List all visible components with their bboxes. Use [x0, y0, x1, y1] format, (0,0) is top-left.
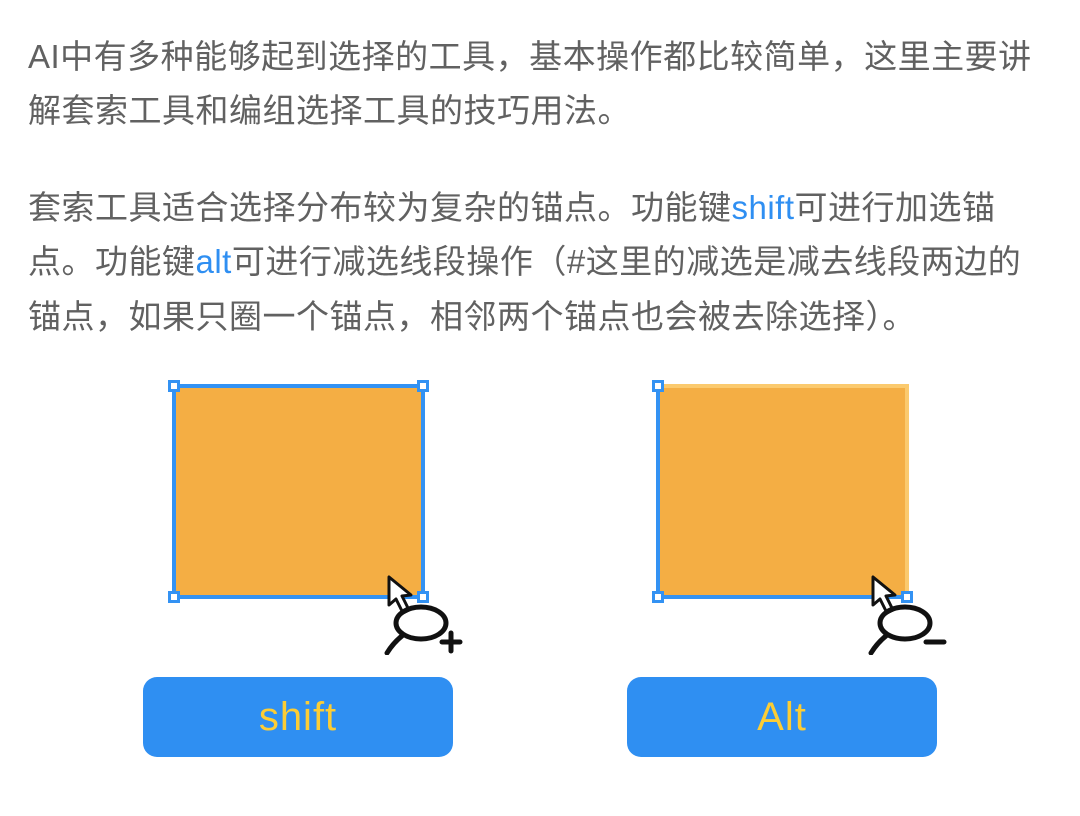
- text-segment: 套索工具适合选择分布较为复杂的锚点。功能键: [28, 189, 732, 226]
- paragraph-intro: AI中有多种能够起到选择的工具，基本操作都比较简单，这里主要讲解套索工具和编组选…: [28, 30, 1052, 139]
- figure-shift: shift: [143, 384, 453, 757]
- selection-handle: [652, 591, 664, 603]
- figure-alt: Alt: [627, 384, 937, 757]
- key-label: shift: [259, 695, 337, 740]
- selected-rectangle-full: [172, 384, 425, 599]
- lasso-cursor-add-icon: [381, 575, 471, 655]
- key-label: Alt: [757, 695, 807, 740]
- selection-handle: [652, 380, 664, 392]
- paragraph-lasso: 套索工具适合选择分布较为复杂的锚点。功能键shift可进行加选锚点。功能键alt…: [28, 181, 1052, 344]
- figure-row: shift: [28, 384, 1052, 757]
- lasso-cursor-subtract-icon: [865, 575, 955, 655]
- keyword-alt: alt: [196, 243, 232, 280]
- document-body: AI中有多种能够起到选择的工具，基本操作都比较简单，这里主要讲解套索工具和编组选…: [0, 0, 1080, 797]
- selected-rectangle-partial: [656, 384, 909, 599]
- keyword-shift: shift: [732, 189, 795, 226]
- selection-handle: [417, 380, 429, 392]
- selection-handle: [168, 380, 180, 392]
- key-button-alt: Alt: [627, 677, 937, 757]
- selection-handle: [168, 591, 180, 603]
- key-button-shift: shift: [143, 677, 453, 757]
